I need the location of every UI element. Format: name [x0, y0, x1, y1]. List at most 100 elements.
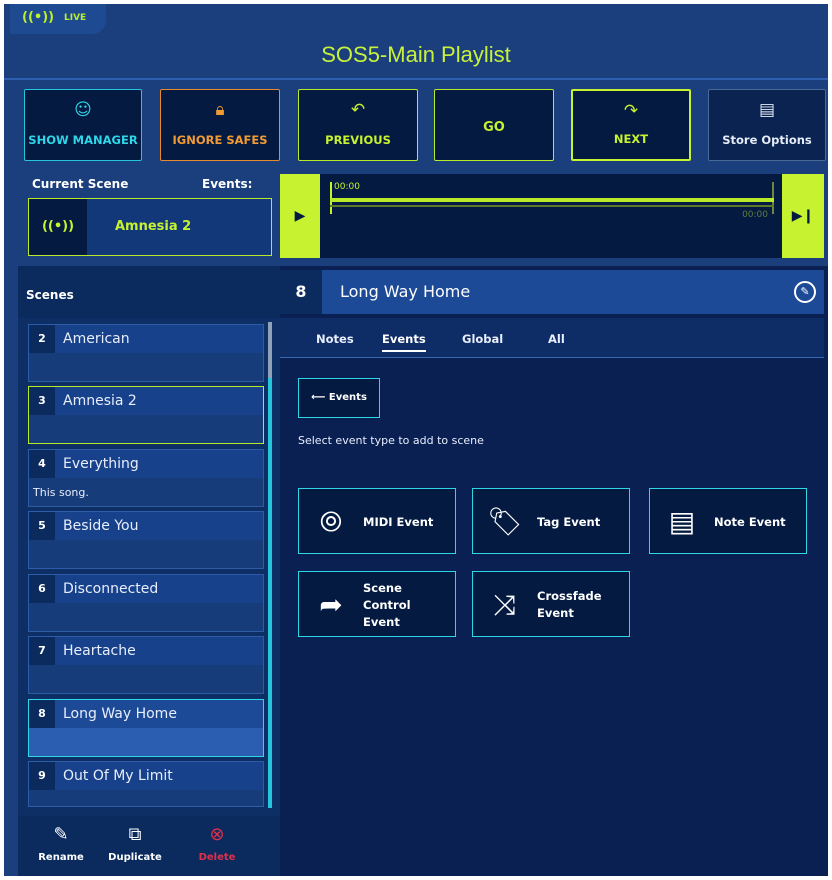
- scenes-scroll-thumb[interactable]: [268, 322, 272, 378]
- scene-item-selected[interactable]: 8 Long Way Home: [28, 699, 264, 757]
- scene-item[interactable]: 7 Heartache: [28, 636, 264, 694]
- scene-name: Heartache: [63, 643, 136, 659]
- scene-name: Beside You: [63, 518, 139, 534]
- scene-item[interactable]: 5 Beside You: [28, 511, 264, 569]
- scene-name: Amnesia 2: [63, 393, 137, 409]
- scene-number: 9: [29, 762, 55, 790]
- midi-event-label: MIDI Event: [363, 514, 434, 529]
- scene-item[interactable]: 3 Amnesia 2: [28, 386, 264, 444]
- scene-number: 7: [29, 637, 55, 665]
- scenes-panel: Scenes 2 American 3 Amnesia 2 4 Everythi…: [18, 266, 280, 876]
- previous-arrow-icon: ↶: [350, 100, 366, 120]
- tag-icon: 🏷︎: [487, 505, 523, 538]
- scene-detail-panel: 8 Long Way Home ✎ Notes Events Global Al…: [280, 266, 828, 876]
- scene-number: 3: [29, 387, 55, 415]
- crossfade-event-button[interactable]: ⤨ Crossfade Event: [472, 571, 630, 637]
- duplicate-button[interactable]: ⧉ Duplicate: [100, 824, 170, 863]
- scene-name: Everything: [63, 456, 139, 472]
- ignore-safes-button[interactable]: 🔒︎ IGNORE SAFES: [160, 89, 280, 161]
- scene-detail-name: Long Way Home: [340, 282, 471, 301]
- current-scene-panel: Current Scene Events: ((•)) Amnesia 2: [20, 170, 276, 260]
- duplicate-icon: ⧉: [128, 824, 142, 845]
- scene-detail-header: 8 Long Way Home ✎: [280, 270, 824, 314]
- scene-detail-number: 8: [280, 270, 322, 314]
- scene-name: Disconnected: [63, 581, 159, 597]
- midi-event-button[interactable]: ⦾ MIDI Event: [298, 488, 456, 554]
- lock-icon: 🔒︎: [215, 100, 225, 120]
- current-scene-label: Current Scene: [32, 177, 129, 191]
- store-icon: ▤: [758, 100, 776, 120]
- current-scene-name: Amnesia 2: [115, 219, 192, 234]
- broadcast-icon: ((•)): [22, 10, 55, 25]
- note-icon: ▤: [668, 505, 696, 538]
- timeline-progress-bar: [330, 198, 774, 202]
- app-window: ((•)) LIVE SOS5-Main Playlist ☺ SHOW MAN…: [4, 4, 828, 876]
- next-label: NEXT: [613, 132, 649, 146]
- scene-item[interactable]: 4 Everything This song.: [28, 449, 264, 507]
- tab-events[interactable]: Events: [382, 332, 426, 352]
- pencil-icon: ✎: [53, 824, 69, 845]
- back-label: Events: [328, 392, 367, 403]
- previous-label: PREVIOUS: [325, 133, 391, 147]
- scene-number: 5: [29, 512, 55, 540]
- page-title: SOS5-Main Playlist: [321, 42, 511, 67]
- go-label: GO: [483, 120, 505, 135]
- note-event-label: Note Event: [714, 514, 786, 529]
- rename-label: Rename: [38, 852, 84, 863]
- broadcast-icon: ((•)): [29, 199, 87, 255]
- play-icon: ▶: [294, 208, 306, 224]
- play-button[interactable]: ▶: [280, 174, 320, 258]
- scene-item[interactable]: 6 Disconnected: [28, 574, 264, 632]
- scene-name: Out Of My Limit: [63, 768, 173, 784]
- scene-name: American: [63, 331, 130, 347]
- back-to-events-button[interactable]: ⟵ Events: [298, 378, 380, 418]
- crossfade-event-label: Crossfade Event: [537, 589, 602, 620]
- midi-port-icon: ⦾: [319, 505, 343, 538]
- live-label: LIVE: [64, 13, 87, 23]
- events-label: Events:: [202, 177, 253, 191]
- scene-number: 6: [29, 575, 55, 603]
- scene-control-event-button[interactable]: ➦ Scene Control Event: [298, 571, 456, 637]
- edit-scene-icon[interactable]: ✎: [794, 281, 816, 303]
- store-options-button[interactable]: ▤ Store Options: [708, 89, 826, 161]
- time-end: 00:00: [742, 210, 768, 220]
- scene-note: This song.: [33, 486, 89, 499]
- skip-end-button[interactable]: ▶❙: [782, 174, 824, 258]
- toolbar: ☺ SHOW MANAGER 🔒︎ IGNORE SAFES ↶ PREVIOU…: [4, 80, 828, 168]
- timeline-track: [330, 205, 774, 207]
- note-event-button[interactable]: ▤ Note Event: [649, 488, 807, 554]
- tag-event-button[interactable]: 🏷︎ Tag Event: [472, 488, 630, 554]
- tag-event-label: Tag Event: [537, 514, 601, 529]
- scene-number: 8: [29, 700, 55, 728]
- scenes-scrollbar[interactable]: [268, 322, 272, 808]
- scenes-title: Scenes: [26, 288, 74, 302]
- live-indicator[interactable]: ((•)) LIVE: [10, 4, 106, 34]
- arrow-left-icon: ⟵: [311, 392, 326, 403]
- tab-notes[interactable]: Notes: [316, 332, 354, 346]
- rename-button[interactable]: ✎ Rename: [26, 824, 96, 863]
- shuffle-icon: ⤨: [493, 588, 517, 621]
- delete-label: Delete: [198, 852, 236, 863]
- detail-tabs: Notes Events Global All: [280, 318, 824, 358]
- show-manager-label: SHOW MANAGER: [28, 133, 138, 147]
- duplicate-label: Duplicate: [108, 852, 162, 863]
- tab-all[interactable]: All: [548, 332, 565, 346]
- next-button[interactable]: ↷ NEXT: [571, 89, 691, 161]
- skip-end-icon: ▶❙: [791, 208, 815, 224]
- forward-arrow-icon: ➦: [319, 588, 343, 621]
- go-button[interactable]: GO: [434, 89, 554, 161]
- scene-item[interactable]: 9 Out Of My Limit: [28, 761, 264, 807]
- delete-icon: ⊗: [209, 824, 225, 845]
- scene-number: 4: [29, 450, 55, 478]
- scene-item[interactable]: 2 American: [28, 324, 264, 382]
- scene-number: 2: [29, 325, 55, 353]
- next-arrow-icon: ↷: [623, 101, 639, 121]
- ignore-safes-label: IGNORE SAFES: [172, 133, 268, 147]
- event-timeline[interactable]: 00:00 00:00: [320, 174, 782, 258]
- show-manager-button[interactable]: ☺ SHOW MANAGER: [24, 89, 142, 161]
- event-type-hint: Select event type to add to scene: [298, 434, 484, 447]
- tab-global[interactable]: Global: [462, 332, 503, 346]
- previous-button[interactable]: ↶ PREVIOUS: [298, 89, 418, 161]
- current-scene-box[interactable]: ((•)) Amnesia 2: [28, 198, 272, 256]
- delete-button[interactable]: ⊗ Delete: [182, 824, 252, 863]
